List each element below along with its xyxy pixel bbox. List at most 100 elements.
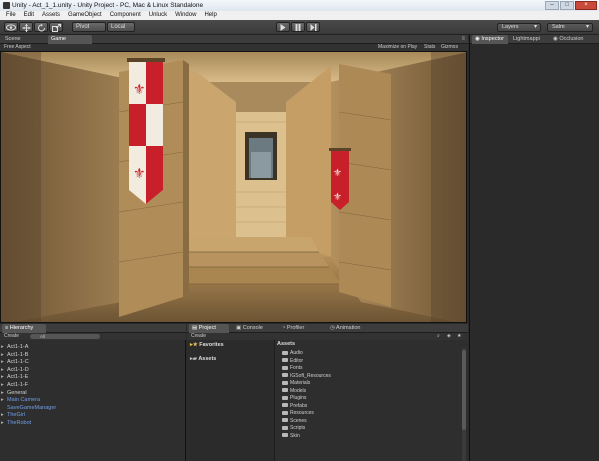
game-view[interactable]: ⚜ ⚜ ⚜ ⚜ ⚜ <box>0 51 467 323</box>
pivot-toggle-button[interactable]: Pivot <box>72 22 106 32</box>
asset-folder-label: Resources <box>290 410 314 416</box>
game-tab-label: Game <box>51 36 66 42</box>
hierarchy-item-label: Act1-1-A <box>7 344 29 350</box>
label-filter-icon[interactable]: ◈ <box>447 333 451 340</box>
tab-occlusion[interactable]: ◉ Occlusion <box>550 35 590 44</box>
tab-lightmapping[interactable]: Lightmappi <box>510 35 546 44</box>
hierarchy-item[interactable]: ▸ Act1-1-F <box>1 382 28 389</box>
maximize-button[interactable]: □ <box>560 1 574 10</box>
tab-scene[interactable]: Scene <box>2 35 46 44</box>
close-button[interactable]: × <box>575 1 597 10</box>
asset-folder-item[interactable]: Editor <box>282 358 303 365</box>
hierarchy-item[interactable]: ▸ TheGirl <box>1 412 25 419</box>
folder-icon <box>282 403 288 408</box>
gizmos-dropdown[interactable]: Gizmos <box>441 44 458 51</box>
menu-help[interactable]: Help <box>200 11 220 20</box>
inspector-tab-label: Inspector <box>481 36 504 42</box>
folder-icon <box>282 365 288 370</box>
favorites-tree-item[interactable]: ▸★ Favorites <box>190 342 224 348</box>
asset-folder-item[interactable]: Scripts <box>282 425 305 432</box>
play-icon <box>280 24 286 31</box>
window-title-bar: Unity - Act_1_1.unity - Unity Project - … <box>0 0 599 11</box>
asset-list-scrollbar[interactable] <box>462 348 466 461</box>
panel-menu-icon[interactable]: ≡ <box>461 35 465 44</box>
window-title: Unity - Act_1_1.unity - Unity Project - … <box>12 2 204 9</box>
layout-dropdown[interactable]: Salm <box>547 23 593 32</box>
tab-project[interactable]: ▤ Project <box>189 324 229 333</box>
asset-folder-item[interactable]: Resources <box>282 410 314 417</box>
svg-text:⚜: ⚜ <box>133 166 146 182</box>
tab-console[interactable]: ▣ Console <box>233 324 275 333</box>
scale-icon <box>51 24 61 32</box>
hierarchy-item[interactable]: ▸ Act1-1-B <box>1 352 28 359</box>
svg-text:⚜: ⚜ <box>133 82 146 98</box>
hierarchy-item-label: SaveGameManager <box>7 404 57 411</box>
hierarchy-item-label: Act1-1-E <box>7 374 29 381</box>
occlusion-tab-label: Occlusion <box>559 36 584 42</box>
asset-folder-label: Plugins <box>290 395 307 401</box>
hierarchy-item[interactable]: ▸ General <box>1 390 27 397</box>
hierarchy-item[interactable]: SaveGameManager <box>1 405 56 412</box>
tab-animation[interactable]: ◷ Animation <box>327 324 373 333</box>
menu-file[interactable]: File <box>2 11 20 20</box>
minimize-button[interactable]: – <box>545 1 559 10</box>
asset-folder-item[interactable]: Plugins <box>282 395 306 402</box>
folder-icon <box>282 388 288 393</box>
stats-toggle[interactable]: Stats <box>424 44 435 51</box>
tab-hierarchy[interactable]: ≡ Hierarchy <box>2 324 46 333</box>
aspect-dropdown[interactable]: Free Aspect <box>4 44 31 51</box>
layers-dropdown[interactable]: Layers <box>497 23 541 32</box>
hierarchy-toolbar: Create All <box>0 333 186 340</box>
favorite-star-icon[interactable]: ★ <box>457 333 461 340</box>
menu-unluck[interactable]: Unluck <box>145 11 171 20</box>
tab-inspector[interactable]: ◉ Inspector <box>472 35 508 44</box>
pause-button[interactable] <box>291 22 305 32</box>
hierarchy-item[interactable]: ▸ Act1-1-D <box>1 367 29 374</box>
asset-folder-item[interactable]: Scenes <box>282 418 307 425</box>
scrollbar-thumb[interactable] <box>462 350 466 430</box>
search-filter-icon[interactable]: ⌕ <box>437 333 440 340</box>
hierarchy-item[interactable]: ▸ Act1-1-E <box>1 374 28 381</box>
svg-text:⚜: ⚜ <box>333 168 342 179</box>
scale-tool-button[interactable] <box>49 22 63 32</box>
asset-folder-item[interactable]: IGSoft_Resources <box>282 373 331 380</box>
asset-folder-item[interactable]: Prefabs <box>282 403 307 410</box>
project-tab-bar: ▤ Project ▣ Console ◔ Profiler ◷ Animati… <box>187 324 468 333</box>
tab-profiler[interactable]: ◔ Profiler <box>279 324 323 333</box>
scene-tab-label: Scene <box>5 36 21 42</box>
assets-tree-item[interactable]: ▸▰ Assets <box>190 356 216 362</box>
view-tool-button[interactable] <box>4 22 18 32</box>
hierarchy-search-input[interactable]: All <box>30 334 100 339</box>
menu-window[interactable]: Window <box>171 11 200 20</box>
hierarchy-item-label: TheRobot <box>7 420 32 426</box>
hierarchy-item-label: Main Camera <box>7 397 41 404</box>
inspector-tab-bar: ◉ Inspector Lightmappi ◉ Occlusion <box>470 35 599 44</box>
console-tab-label: Console <box>242 325 263 331</box>
asset-folder-item[interactable]: Audio <box>282 350 303 357</box>
asset-folder-item[interactable]: Skin <box>282 433 300 440</box>
hierarchy-create-dropdown[interactable]: Create <box>4 333 19 340</box>
tab-game[interactable]: Game <box>48 35 92 44</box>
play-button[interactable] <box>276 22 290 32</box>
hierarchy-item[interactable]: ▸ TheRobot <box>1 420 31 427</box>
hierarchy-item[interactable]: ▸ Main Camera <box>1 397 40 404</box>
move-tool-button[interactable] <box>19 22 33 32</box>
hierarchy-item[interactable]: ▸ Act1-1-C <box>1 359 29 366</box>
favorites-label: Favorites <box>199 342 224 348</box>
menu-edit[interactable]: Edit <box>20 11 38 20</box>
asset-folder-item[interactable]: Materials <box>282 380 310 387</box>
local-toggle-button[interactable]: Local <box>107 22 135 32</box>
inspector-panel: ◉ Inspector Lightmappi ◉ Occlusion <box>469 35 599 461</box>
svg-text:⚜: ⚜ <box>333 192 342 203</box>
maximize-on-play-toggle[interactable]: Maximize on Play <box>378 44 417 51</box>
lightmapping-tab-label: Lightmappi <box>513 36 540 42</box>
menu-gameobject[interactable]: GameObject <box>64 11 106 20</box>
asset-folder-item[interactable]: Models <box>282 388 306 395</box>
rotate-tool-button[interactable] <box>34 22 48 32</box>
asset-folder-item[interactable]: Fonts <box>282 365 303 372</box>
menu-component[interactable]: Component <box>106 11 145 20</box>
step-button[interactable] <box>306 22 320 32</box>
menu-assets[interactable]: Assets <box>38 11 64 20</box>
hierarchy-item[interactable]: ▸ Act1-1-A <box>1 344 28 351</box>
project-create-dropdown[interactable]: Create <box>191 333 206 340</box>
